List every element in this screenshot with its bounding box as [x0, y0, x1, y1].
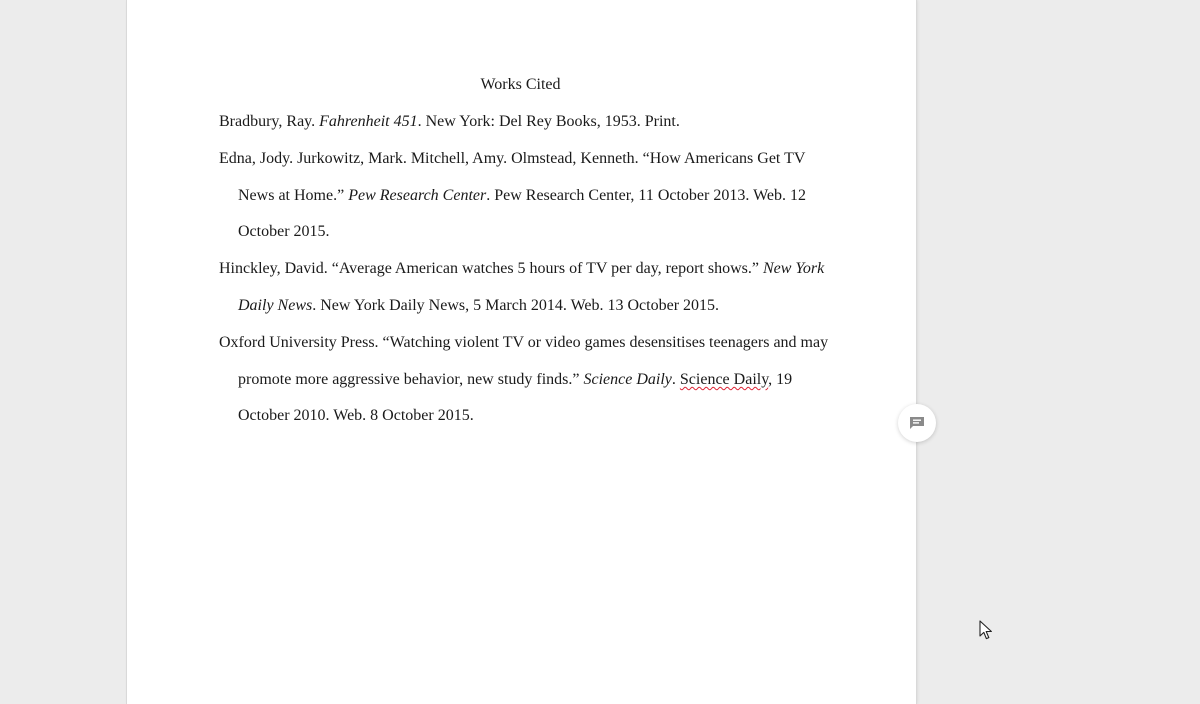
citation-line: Bradbury, Ray. Fahrenheit 451. New York:…	[219, 113, 680, 130]
spellcheck-flagged-text[interactable]: Science Daily	[680, 371, 768, 388]
citation-line: October 2010. Web. 8 October 2015.	[238, 407, 474, 424]
comment-icon	[909, 416, 925, 430]
add-comment-button[interactable]	[898, 404, 936, 442]
page-title: Works Cited	[480, 76, 561, 93]
citation-line: October 2015.	[238, 223, 330, 240]
citation-line: promote more aggressive behavior, new st…	[238, 371, 793, 388]
citation-line: News at Home.” Pew Research Center. Pew …	[238, 187, 806, 204]
citation-line: Oxford University Press. “Watching viole…	[219, 334, 829, 351]
citation-line: Hinckley, David. “Average American watch…	[219, 260, 825, 277]
mouse-pointer-icon	[979, 620, 993, 645]
document-page[interactable]: Works Cited Bradbury, Ray. Fahrenheit 45…	[127, 0, 916, 704]
citation-line: Edna, Jody. Jurkowitz, Mark. Mitchell, A…	[219, 150, 806, 167]
citation-line: Daily News. New York Daily News, 5 March…	[238, 297, 720, 314]
